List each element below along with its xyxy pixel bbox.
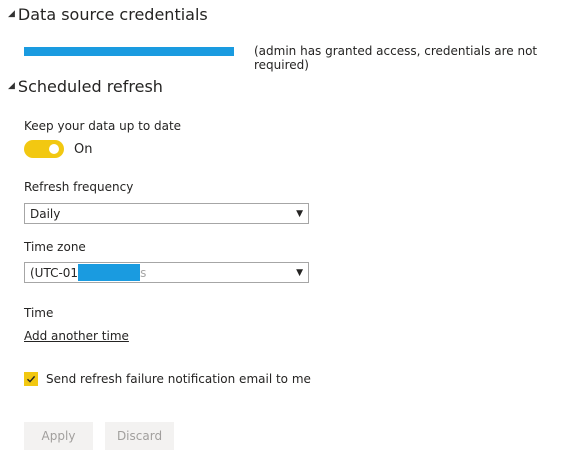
refresh-frequency-value: Daily <box>30 206 61 221</box>
apply-button[interactable]: Apply <box>24 422 93 450</box>
time-label: Time <box>24 306 54 320</box>
credential-row <box>24 44 234 58</box>
chevron-down-icon: ▼ <box>296 208 303 219</box>
refresh-frequency-select[interactable]: Daily ▼ <box>24 203 309 224</box>
notify-checkbox-row[interactable]: Send refresh failure notification email … <box>24 372 311 386</box>
time-zone-label: Time zone <box>24 240 86 254</box>
refresh-section-title: Scheduled refresh <box>17 77 163 96</box>
keep-up-to-date-label: Keep your data up to date <box>24 119 182 133</box>
checkmark-icon <box>27 375 36 383</box>
triangle-down-icon: ◢ <box>8 81 15 91</box>
time-zone-value: (UTC-01 s <box>30 264 146 281</box>
refresh-section-header[interactable]: ◢ Scheduled refresh <box>8 77 163 96</box>
triangle-down-icon: ◢ <box>8 9 15 19</box>
time-zone-value-suffix: s <box>140 265 147 280</box>
credentials-section-header[interactable]: ◢ Data source credentials <box>8 5 208 24</box>
refresh-toggle[interactable] <box>24 140 64 158</box>
redacted-datasource-name <box>24 47 234 56</box>
toggle-state-label: On <box>74 141 93 157</box>
toggle-knob <box>49 144 59 154</box>
discard-button[interactable]: Discard <box>105 422 174 450</box>
add-another-time-link[interactable]: Add another time <box>24 329 129 343</box>
credentials-section-title: Data source credentials <box>17 5 208 24</box>
refresh-frequency-label: Refresh frequency <box>24 180 134 194</box>
notify-label: Send refresh failure notification email … <box>46 372 311 386</box>
refresh-toggle-group: On <box>24 140 92 158</box>
chevron-down-icon: ▼ <box>296 267 303 278</box>
credential-note: (admin has granted access, credentials a… <box>254 44 538 72</box>
time-zone-select[interactable]: (UTC-01 s ▼ <box>24 262 309 283</box>
redacted-timezone <box>78 264 141 281</box>
time-zone-value-prefix: (UTC-01 <box>30 265 79 280</box>
notify-checkbox[interactable] <box>24 372 38 386</box>
